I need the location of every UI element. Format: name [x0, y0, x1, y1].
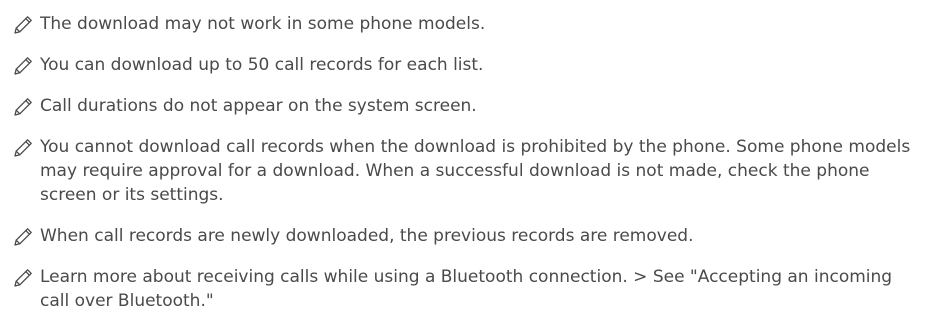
- note-text: Learn more about receiving calls while u…: [40, 267, 893, 311]
- note-item: The download may not work in some phone …: [12, 12, 922, 36]
- pencil-icon: [12, 55, 34, 77]
- note-text: When call records are newly downloaded, …: [40, 226, 694, 246]
- note-item: When call records are newly downloaded, …: [12, 224, 922, 248]
- note-text: You cannot download call records when th…: [40, 137, 911, 205]
- note-item: Call durations do not appear on the syst…: [12, 94, 922, 118]
- note-text: You can download up to 50 call records f…: [40, 55, 484, 75]
- pencil-icon: [12, 267, 34, 289]
- pencil-icon: [12, 14, 34, 36]
- note-text: Call durations do not appear on the syst…: [40, 96, 477, 116]
- notes-list: The download may not work in some phone …: [12, 12, 922, 330]
- note-text: The download may not work in some phone …: [40, 14, 486, 34]
- pencil-icon: [12, 137, 34, 159]
- note-item: You can download up to 50 call records f…: [12, 53, 922, 77]
- note-item: You cannot download call records when th…: [12, 135, 922, 207]
- pencil-icon: [12, 96, 34, 118]
- note-item: Learn more about receiving calls while u…: [12, 265, 922, 313]
- pencil-icon: [12, 226, 34, 248]
